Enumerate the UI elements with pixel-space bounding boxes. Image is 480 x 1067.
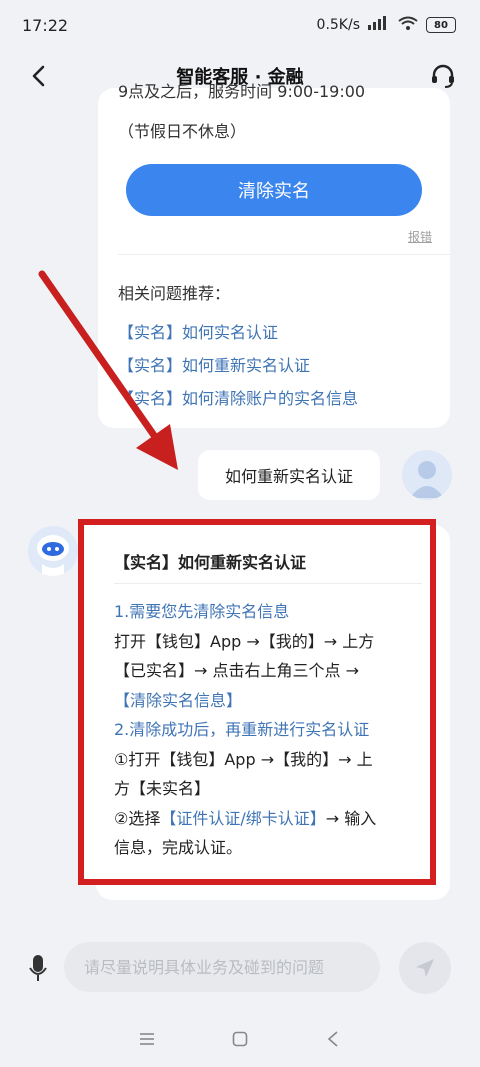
clear-info-link[interactable]: 【清除实名信息】 bbox=[114, 686, 434, 716]
clear-real-name-button[interactable]: 清除实名 bbox=[126, 164, 422, 216]
related-question-link[interactable]: 【实名】如何实名认证 bbox=[118, 316, 358, 349]
answer-card: 【实名】如何重新实名认证 1.需要您先清除实名信息 打开【钱包】App →【我的… bbox=[78, 519, 436, 885]
microphone-icon bbox=[29, 955, 47, 981]
divider bbox=[118, 254, 450, 255]
home-square-icon bbox=[232, 1031, 248, 1046]
related-question-link[interactable]: 【实名】如何清除账户的实名信息 bbox=[118, 382, 358, 415]
user-avatar bbox=[402, 450, 452, 500]
headset-icon bbox=[432, 64, 454, 88]
answer-title: 【实名】如何重新实名认证 bbox=[114, 553, 307, 572]
wifi-icon bbox=[398, 16, 418, 34]
report-error-link[interactable]: 报错 bbox=[408, 228, 432, 245]
menu-icon bbox=[139, 1032, 154, 1045]
answer-body: 1.需要您先清除实名信息 打开【钱包】App →【我的】→ 上方 【已实名】→ … bbox=[114, 597, 434, 863]
user-message-bubble: 如何重新实名认证 bbox=[198, 450, 380, 500]
previous-answer-card: 9点及之后，服务时间 9:00-19:00 （节假日不休息） 清除实名 报错 相… bbox=[98, 82, 450, 428]
home-nav-button[interactable] bbox=[220, 1019, 260, 1059]
step2-line: 信息，完成认证。 bbox=[114, 838, 243, 857]
status-bar: 17:22 0.5K/s 80 bbox=[0, 0, 480, 50]
chevron-left-icon bbox=[32, 65, 45, 87]
voice-input-button[interactable] bbox=[24, 952, 52, 984]
menu-nav-button[interactable] bbox=[127, 1019, 167, 1059]
robot-icon bbox=[28, 526, 78, 576]
step2-text: ②选择 bbox=[114, 808, 161, 828]
step1-line: 【已实名】→ 点击右上角三个点 → bbox=[114, 661, 359, 680]
back-nav-button[interactable] bbox=[313, 1019, 353, 1059]
back-button[interactable] bbox=[22, 60, 54, 92]
related-questions-list: 【实名】如何实名认证 【实名】如何重新实名认证 【实名】如何清除账户的实名信息 bbox=[118, 316, 358, 415]
related-question-link[interactable]: 【实名】如何重新实名认证 bbox=[118, 349, 358, 382]
related-questions-title: 相关问题推荐： bbox=[118, 284, 231, 303]
battery-icon: 80 bbox=[426, 17, 456, 33]
step2-heading: 2.清除成功后，再重新进行实名认证 bbox=[114, 720, 370, 739]
divider bbox=[114, 583, 422, 584]
system-nav-bar bbox=[0, 1010, 480, 1067]
signal-icon bbox=[368, 16, 390, 34]
input-bar bbox=[0, 925, 480, 1010]
holiday-note: （节假日不休息） bbox=[118, 122, 247, 141]
send-icon bbox=[416, 959, 434, 977]
step2-line: ①打开【钱包】App →【我的】→ 上 bbox=[114, 749, 373, 769]
status-time: 17:22 bbox=[22, 15, 69, 35]
step1-line: 打开【钱包】App →【我的】→ 上方 bbox=[114, 631, 375, 651]
message-input[interactable] bbox=[64, 942, 380, 992]
verification-link[interactable]: 【证件认证/绑卡认证】 bbox=[160, 809, 325, 828]
step2-line: 方【未实名】 bbox=[114, 779, 211, 798]
send-button[interactable] bbox=[399, 942, 451, 994]
step2-text: → 输入 bbox=[325, 808, 377, 828]
back-triangle-icon bbox=[328, 1030, 338, 1047]
step1-heading: 1.需要您先清除实名信息 bbox=[114, 602, 290, 621]
step2-line: ②选择【证件认证/绑卡认证】→ 输入 bbox=[114, 804, 434, 834]
bot-avatar bbox=[28, 526, 78, 576]
person-icon bbox=[410, 461, 444, 498]
status-icons: 0.5K/s 80 bbox=[317, 16, 456, 34]
service-hours-text: 9点及之后，服务时间 9:00-19:00 bbox=[118, 82, 366, 101]
network-speed: 0.5K/s bbox=[316, 17, 360, 33]
